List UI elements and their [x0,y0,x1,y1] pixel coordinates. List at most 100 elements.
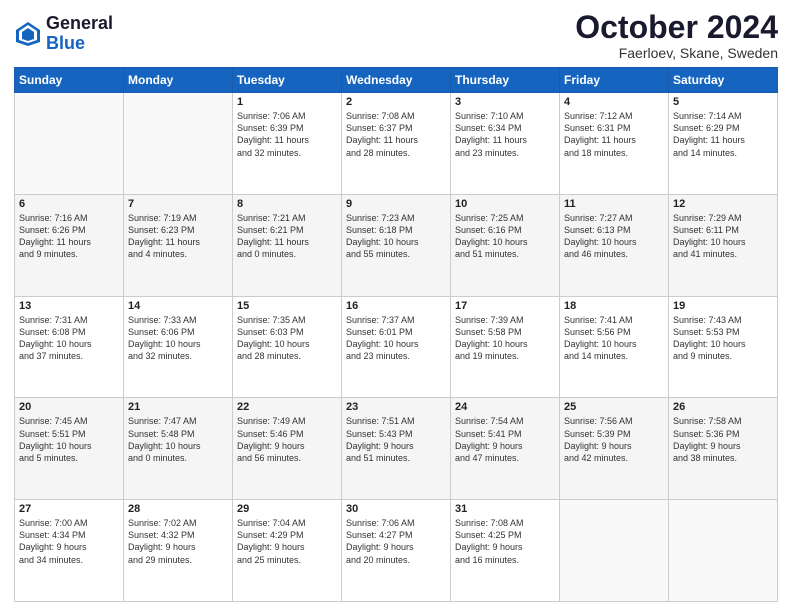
calendar-cell: 13 Sunrise: 7:31 AM Sunset: 6:08 PM Dayli… [15,296,124,398]
calendar-cell: 9Sunrise: 7:23 AM Sunset: 6:18 PM Daylig… [342,194,451,296]
weekday-monday: Monday [124,68,233,93]
day-number: 5 [673,96,773,108]
week-row-4: 20 Sunrise: 7:45 AM Sunset: 5:51 PM Dayli… [15,398,778,500]
calendar-cell: 18 Sunrise: 7:41 AM Sunset: 5:56 PM Dayli… [560,296,669,398]
day-info: Sunrise: 7:21 AM Sunset: 6:21 PM Dayligh… [237,212,337,261]
calendar-cell: 12 Sunrise: 7:29 AM Sunset: 6:11 PM Dayli… [669,194,778,296]
day-info: Sunrise: 7:12 AM Sunset: 6:31 PM Dayligh… [564,110,664,159]
calendar-cell: 10 Sunrise: 7:25 AM Sunset: 6:16 PM Dayli… [451,194,560,296]
day-info: Sunrise: 7:41 AM Sunset: 5:56 PM Dayligh… [564,314,664,363]
calendar-cell: 15Sunrise: 7:35 AM Sunset: 6:03 PM Dayli… [233,296,342,398]
calendar-cell [124,93,233,195]
logo-blue: Blue [46,33,85,53]
day-info: Sunrise: 7:04 AM Sunset: 4:29 PM Dayligh… [237,517,337,566]
weekday-tuesday: Tuesday [233,68,342,93]
day-number: 29 [237,503,337,515]
day-number: 3 [455,96,555,108]
calendar-cell: 22 Sunrise: 7:49 AM Sunset: 5:46 PM Dayli… [233,398,342,500]
week-row-5: 27 Sunrise: 7:00 AM Sunset: 4:34 PM Dayli… [15,500,778,602]
calendar-cell: 23Sunrise: 7:51 AM Sunset: 5:43 PM Dayli… [342,398,451,500]
calendar-cell: 28Sunrise: 7:02 AM Sunset: 4:32 PM Dayli… [124,500,233,602]
day-number: 11 [564,198,664,210]
day-number: 23 [346,401,446,413]
day-number: 13 [19,300,119,312]
calendar-cell: 11Sunrise: 7:27 AM Sunset: 6:13 PM Dayli… [560,194,669,296]
calendar-cell: 3 Sunrise: 7:10 AM Sunset: 6:34 PM Daylig… [451,93,560,195]
location-subtitle: Faerloev, Skane, Sweden [575,45,778,61]
day-info: Sunrise: 7:06 AM Sunset: 4:27 PM Dayligh… [346,517,446,566]
weekday-header-row: SundayMondayTuesdayWednesdayThursdayFrid… [15,68,778,93]
day-number: 6 [19,198,119,210]
day-info: Sunrise: 7:45 AM Sunset: 5:51 PM Dayligh… [19,415,119,464]
day-info: Sunrise: 7:39 AM Sunset: 5:58 PM Dayligh… [455,314,555,363]
calendar-cell: 1 Sunrise: 7:06 AM Sunset: 6:39 PM Daylig… [233,93,342,195]
logo-general: General [46,13,113,33]
day-number: 26 [673,401,773,413]
day-number: 7 [128,198,228,210]
calendar-cell: 17Sunrise: 7:39 AM Sunset: 5:58 PM Dayli… [451,296,560,398]
weekday-wednesday: Wednesday [342,68,451,93]
day-number: 18 [564,300,664,312]
day-number: 8 [237,198,337,210]
day-number: 21 [128,401,228,413]
calendar-cell: 8 Sunrise: 7:21 AM Sunset: 6:21 PM Daylig… [233,194,342,296]
weekday-saturday: Saturday [669,68,778,93]
day-info: Sunrise: 7:06 AM Sunset: 6:39 PM Dayligh… [237,110,337,159]
day-number: 22 [237,401,337,413]
calendar-cell: 26 Sunrise: 7:58 AM Sunset: 5:36 PM Dayli… [669,398,778,500]
day-number: 28 [128,503,228,515]
day-number: 31 [455,503,555,515]
logo: General Blue [14,14,113,54]
day-number: 10 [455,198,555,210]
calendar-cell: 29 Sunrise: 7:04 AM Sunset: 4:29 PM Dayli… [233,500,342,602]
month-title: October 2024 [575,10,778,45]
calendar-cell [560,500,669,602]
day-info: Sunrise: 7:10 AM Sunset: 6:34 PM Dayligh… [455,110,555,159]
day-info: Sunrise: 7:08 AM Sunset: 4:25 PM Dayligh… [455,517,555,566]
day-number: 27 [19,503,119,515]
calendar-cell: 21Sunrise: 7:47 AM Sunset: 5:48 PM Dayli… [124,398,233,500]
calendar-cell: 4 Sunrise: 7:12 AM Sunset: 6:31 PM Daylig… [560,93,669,195]
day-number: 25 [564,401,664,413]
calendar-cell: 6 Sunrise: 7:16 AM Sunset: 6:26 PM Daylig… [15,194,124,296]
calendar-cell: 2Sunrise: 7:08 AM Sunset: 6:37 PM Daylig… [342,93,451,195]
calendar-cell: 30Sunrise: 7:06 AM Sunset: 4:27 PM Dayli… [342,500,451,602]
day-info: Sunrise: 7:37 AM Sunset: 6:01 PM Dayligh… [346,314,446,363]
day-info: Sunrise: 7:00 AM Sunset: 4:34 PM Dayligh… [19,517,119,566]
calendar-cell: 19Sunrise: 7:43 AM Sunset: 5:53 PM Dayli… [669,296,778,398]
day-info: Sunrise: 7:54 AM Sunset: 5:41 PM Dayligh… [455,415,555,464]
day-number: 9 [346,198,446,210]
day-info: Sunrise: 7:43 AM Sunset: 5:53 PM Dayligh… [673,314,773,363]
day-info: Sunrise: 7:14 AM Sunset: 6:29 PM Dayligh… [673,110,773,159]
day-info: Sunrise: 7:31 AM Sunset: 6:08 PM Dayligh… [19,314,119,363]
day-info: Sunrise: 7:08 AM Sunset: 6:37 PM Dayligh… [346,110,446,159]
calendar-cell: 25Sunrise: 7:56 AM Sunset: 5:39 PM Dayli… [560,398,669,500]
day-info: Sunrise: 7:35 AM Sunset: 6:03 PM Dayligh… [237,314,337,363]
calendar-cell: 7Sunrise: 7:19 AM Sunset: 6:23 PM Daylig… [124,194,233,296]
day-number: 24 [455,401,555,413]
week-row-3: 13 Sunrise: 7:31 AM Sunset: 6:08 PM Dayli… [15,296,778,398]
calendar-cell: 14Sunrise: 7:33 AM Sunset: 6:06 PM Dayli… [124,296,233,398]
calendar-cell: 31 Sunrise: 7:08 AM Sunset: 4:25 PM Dayli… [451,500,560,602]
day-number: 20 [19,401,119,413]
calendar-cell: 5 Sunrise: 7:14 AM Sunset: 6:29 PM Daylig… [669,93,778,195]
calendar-cell: 24 Sunrise: 7:54 AM Sunset: 5:41 PM Dayli… [451,398,560,500]
day-info: Sunrise: 7:33 AM Sunset: 6:06 PM Dayligh… [128,314,228,363]
logo-icon [14,20,42,48]
day-info: Sunrise: 7:29 AM Sunset: 6:11 PM Dayligh… [673,212,773,261]
day-info: Sunrise: 7:16 AM Sunset: 6:26 PM Dayligh… [19,212,119,261]
day-info: Sunrise: 7:49 AM Sunset: 5:46 PM Dayligh… [237,415,337,464]
day-info: Sunrise: 7:25 AM Sunset: 6:16 PM Dayligh… [455,212,555,261]
day-number: 4 [564,96,664,108]
title-block: October 2024 Faerloev, Skane, Sweden [575,10,778,61]
day-number: 1 [237,96,337,108]
calendar-cell: 27 Sunrise: 7:00 AM Sunset: 4:34 PM Dayli… [15,500,124,602]
calendar-cell: 20 Sunrise: 7:45 AM Sunset: 5:51 PM Dayli… [15,398,124,500]
page: General Blue October 2024 Faerloev, Skan… [0,0,792,612]
weekday-friday: Friday [560,68,669,93]
day-info: Sunrise: 7:58 AM Sunset: 5:36 PM Dayligh… [673,415,773,464]
day-number: 12 [673,198,773,210]
weekday-thursday: Thursday [451,68,560,93]
calendar-cell [15,93,124,195]
weekday-sunday: Sunday [15,68,124,93]
